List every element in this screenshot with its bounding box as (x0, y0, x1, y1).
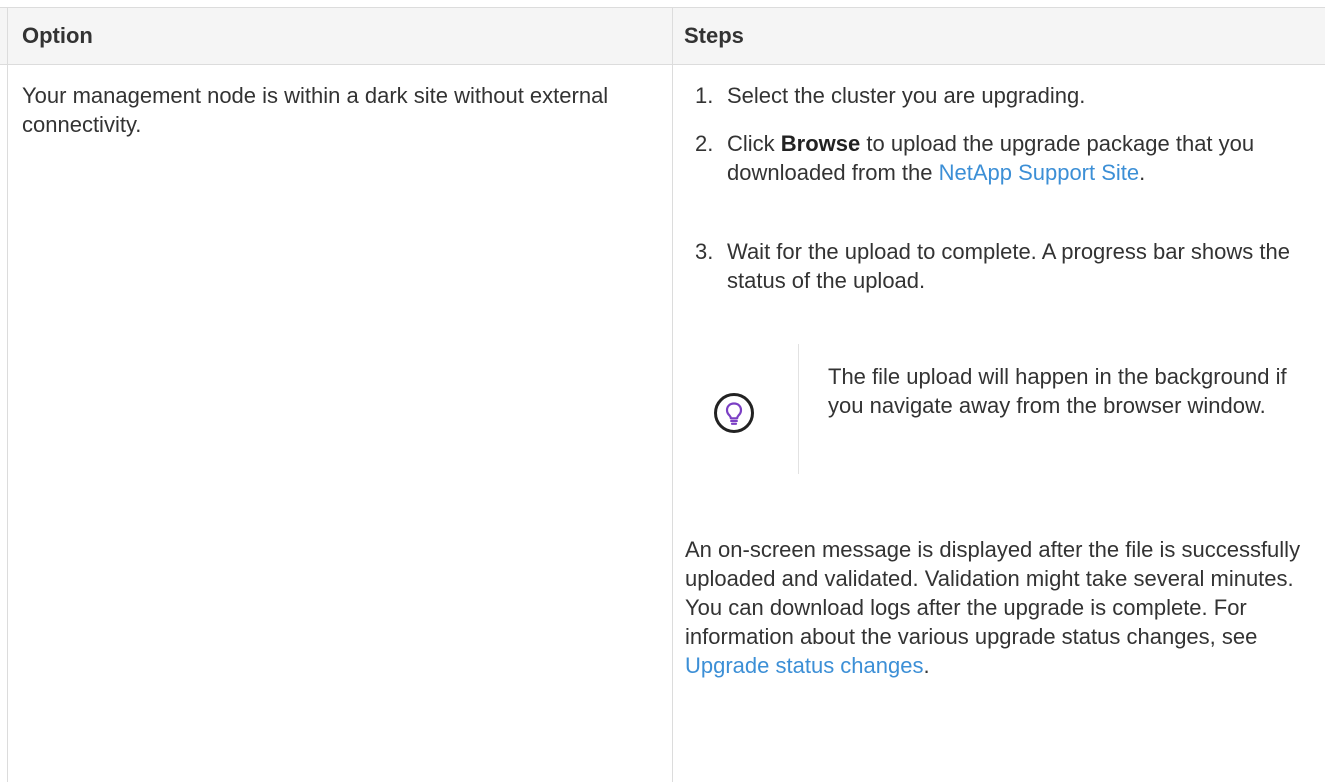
post-steps-note: An on-screen message is displayed after … (685, 535, 1305, 680)
tip-divider (798, 344, 799, 474)
netapp-support-site-link[interactable]: NetApp Support Site (939, 160, 1140, 185)
step-text: Wait for the upload to complete. A progr… (727, 239, 1290, 293)
step-item: 2. Click Browse to upload the upgrade pa… (695, 129, 1305, 237)
step-text-pre: Click (727, 131, 781, 156)
column-divider (672, 7, 673, 782)
step-number: 2. (695, 131, 714, 156)
option-description: Your management node is within a dark si… (22, 83, 609, 137)
table-header-row: Option Steps (0, 7, 1325, 65)
step-number: 3. (695, 239, 714, 264)
step-item: 1. Select the cluster you are upgrading. (695, 81, 1305, 129)
logs-note: You can download logs after the upgrade … (685, 593, 1305, 680)
step-item: 3. Wait for the upload to complete. A pr… (695, 237, 1305, 295)
step-number: 1. (695, 83, 714, 108)
logs-note-end: . (923, 653, 930, 678)
tip-text: The file upload will happen in the backg… (828, 364, 1287, 418)
logs-note-text: You can download logs after the upgrade … (685, 595, 1258, 649)
tip-admonition: The file upload will happen in the backg… (695, 344, 1305, 474)
options-table: Option Steps Your management node is wit… (0, 7, 1325, 782)
step-text-end: . (1139, 160, 1146, 185)
header-option: Option (22, 23, 93, 48)
step-text: Select the cluster you are upgrading. (727, 83, 1086, 108)
lightbulb-icon (714, 393, 754, 433)
validation-note: An on-screen message is displayed after … (685, 537, 1301, 591)
header-steps: Steps (684, 23, 744, 48)
steps-cell: 1. Select the cluster you are upgrading.… (685, 81, 1305, 678)
browse-label: Browse (780, 131, 861, 156)
upgrade-status-changes-link[interactable]: Upgrade status changes (685, 653, 924, 678)
table-left-border (7, 7, 8, 782)
